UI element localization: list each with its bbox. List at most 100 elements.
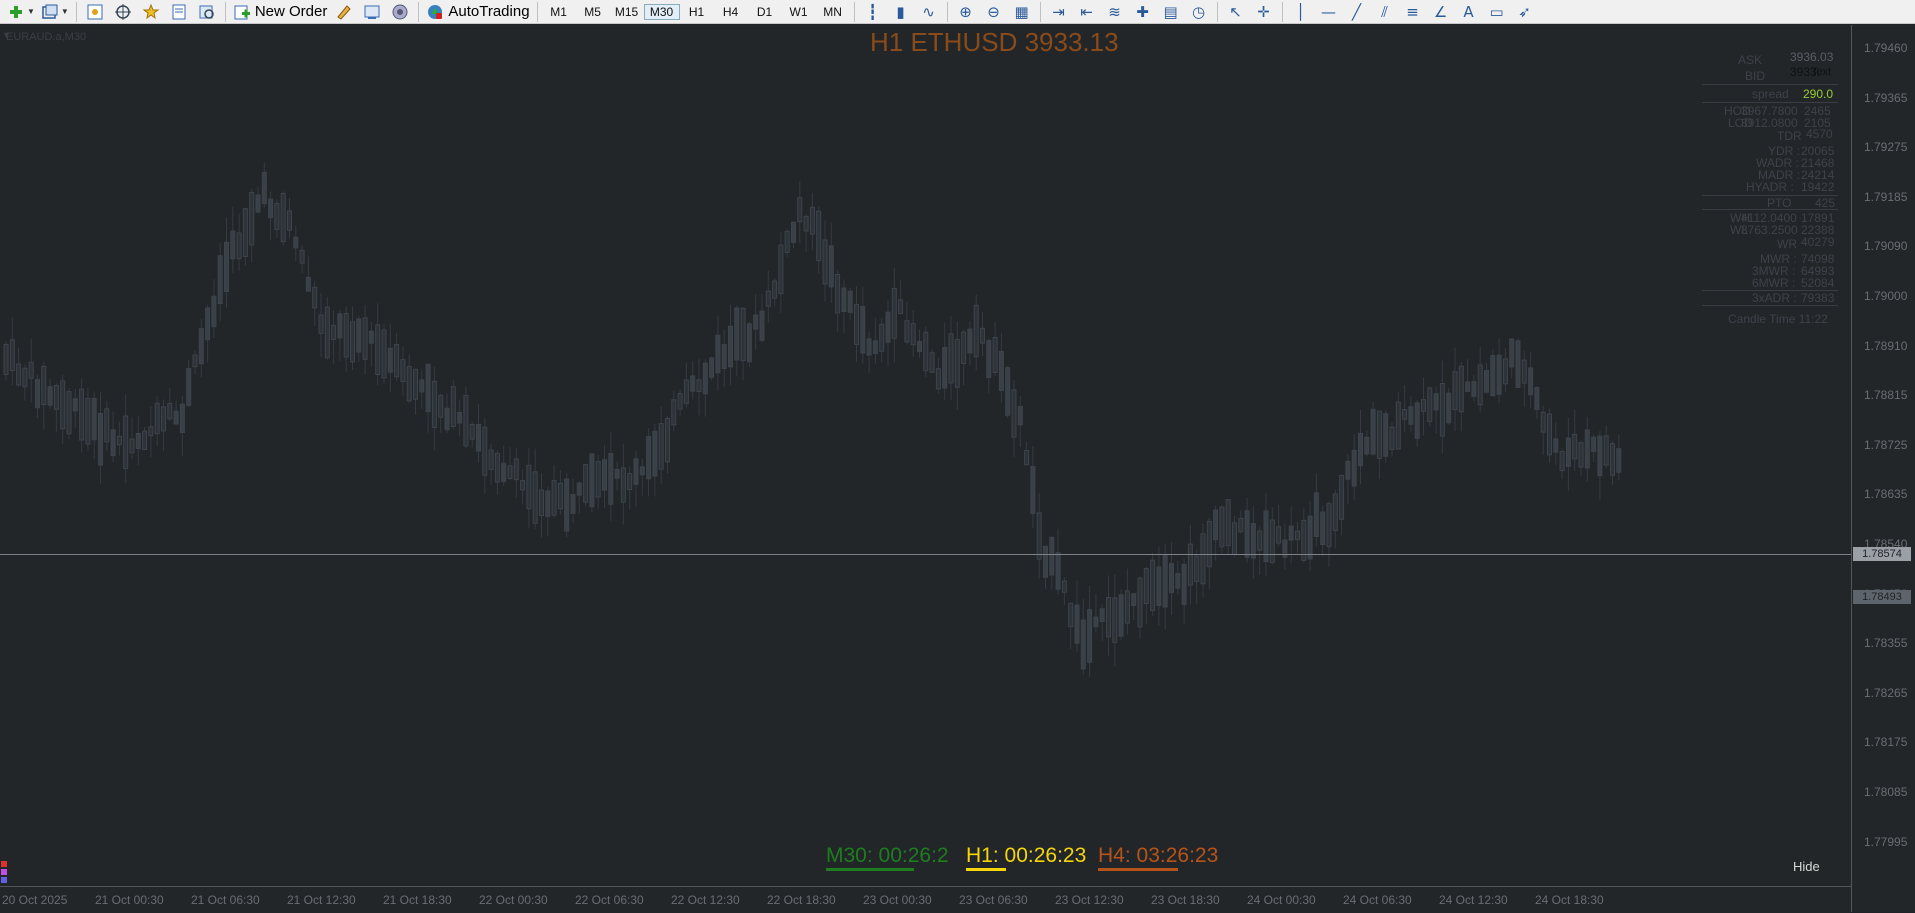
tester-icon <box>199 5 214 19</box>
timeframe-w1-button[interactable]: W1 <box>782 5 816 19</box>
autotrading-button[interactable]: AutoTrading <box>426 2 530 22</box>
candle-body <box>1269 519 1275 563</box>
h1-timer: H1: 00:26:23 <box>966 844 1087 867</box>
indicator-square-red <box>1 861 7 867</box>
timeframe-m30-button[interactable]: M30 <box>643 3 680 20</box>
zoom-in-button[interactable]: ⊕ <box>955 2 977 22</box>
favorites-button[interactable] <box>140 2 162 22</box>
candle-body <box>539 489 544 517</box>
market-watch-button[interactable] <box>84 2 106 22</box>
bid-price-line <box>0 554 1851 555</box>
line-chart-button[interactable]: ∿ <box>918 2 940 22</box>
crosshair-button[interactable]: ✛ <box>1253 2 1275 22</box>
label-button[interactable]: ▭ <box>1486 2 1508 22</box>
bar-chart-button[interactable]: ┇ <box>862 2 884 22</box>
time-tick-label: 23 Oct 12:30 <box>1055 893 1124 907</box>
timeframe-mn-button[interactable]: MN <box>816 5 850 19</box>
timeframe-m1-button[interactable]: M1 <box>542 5 576 19</box>
timeframe-h4-button[interactable]: H4 <box>714 5 748 19</box>
channel-icon: ⫽ <box>1381 2 1388 21</box>
price-tick-label: 1.78910 <box>1864 338 1908 353</box>
candle-body <box>917 341 922 353</box>
vertical-line-button[interactable]: │ <box>1290 2 1312 22</box>
horizontal-line-button[interactable]: — <box>1318 2 1340 22</box>
candle-body <box>375 324 381 376</box>
candle-body <box>639 466 645 476</box>
candle-body <box>60 380 66 430</box>
arrows-button[interactable]: ➶ <box>1514 2 1536 22</box>
candle-body <box>1043 545 1048 578</box>
candle-body <box>1521 359 1527 384</box>
candle-body <box>1238 517 1244 533</box>
time-tick-label: 21 Oct 18:30 <box>383 893 452 907</box>
templates-button[interactable]: ◷ <box>1188 2 1210 22</box>
candle-body <box>104 408 110 443</box>
price-tick-label: 1.79275 <box>1864 140 1908 155</box>
candle-chart-button[interactable]: ▮ <box>890 2 912 22</box>
candle-body <box>494 452 500 483</box>
candle-body <box>1534 387 1540 410</box>
chart-shift-button[interactable]: ⇤ <box>1076 2 1098 22</box>
fibonacci-button[interactable]: ≡ <box>1402 2 1424 22</box>
timeframe-d1-button[interactable]: D1 <box>748 5 782 19</box>
text-button[interactable]: A <box>1458 2 1480 22</box>
h1-progress-bar <box>966 868 1006 871</box>
candle-body <box>1320 511 1326 546</box>
candle-body <box>954 338 960 388</box>
candle-body <box>847 290 853 313</box>
new-chart-button[interactable]: ▼ <box>7 2 35 22</box>
candle-body <box>935 368 941 390</box>
divider <box>1702 305 1838 306</box>
candle-body <box>116 435 122 446</box>
gann-button[interactable]: ∠ <box>1430 2 1452 22</box>
candle-body <box>1074 604 1080 644</box>
candle-body <box>186 368 192 406</box>
spread-label: spread <box>1752 87 1789 101</box>
candle-body <box>1232 522 1237 555</box>
candle-body <box>879 323 885 352</box>
objects-button[interactable]: ✚ <box>1132 2 1154 22</box>
channel-button[interactable]: ⫽ <box>1374 2 1396 22</box>
candle-body <box>1257 530 1263 551</box>
candle-body <box>1414 402 1420 439</box>
profiles-button[interactable]: ▼ <box>41 2 69 22</box>
cursor-button[interactable]: ↖ <box>1225 2 1247 22</box>
candle-body <box>362 317 368 360</box>
terminal-button[interactable] <box>361 2 383 22</box>
candle-body <box>910 323 916 346</box>
price-tick-label: 1.78265 <box>1864 685 1908 700</box>
candle-body <box>1225 499 1231 547</box>
price-tick-label: 1.78815 <box>1864 388 1908 403</box>
candle-body <box>526 464 532 510</box>
data-window-button[interactable] <box>168 2 190 22</box>
metaeditor-button[interactable] <box>333 2 355 22</box>
period-button[interactable]: ▤ <box>1160 2 1182 22</box>
auto-scroll-button[interactable]: ⇥ <box>1048 2 1070 22</box>
candle-body <box>866 338 872 356</box>
candle-body <box>816 210 822 262</box>
new-order-icon <box>234 5 250 19</box>
new-order-button[interactable]: New Order <box>233 2 327 22</box>
trendline-button[interactable]: ╱ <box>1346 2 1368 22</box>
candle-body <box>318 314 324 334</box>
m30-timer: M30: 00:26:2 <box>826 844 949 867</box>
zoom-out-button[interactable]: ⊖ <box>983 2 1005 22</box>
price-axis[interactable]: 1.79460 1.79365 1.79275 1.79185 1.79090 1.790… <box>1851 25 1915 912</box>
candle-body <box>350 321 355 363</box>
timeframe-m5-button[interactable]: M5 <box>576 5 610 19</box>
tester-button[interactable] <box>196 2 218 22</box>
timeframe-h1-button[interactable]: H1 <box>680 5 714 19</box>
navigator-button[interactable] <box>112 2 134 22</box>
time-axis[interactable]: 20 Oct 2025 21 Oct 00:30 21 Oct 06:30 21 Oc… <box>0 886 1851 913</box>
hide-button[interactable]: Hide <box>1793 859 1820 874</box>
candle-body <box>602 459 607 491</box>
chart-area[interactable] <box>0 25 1851 886</box>
collapse-arrow-icon[interactable]: ▼ <box>2 30 11 40</box>
candle-body <box>734 307 740 361</box>
indicator-square-blue <box>1 877 7 883</box>
price-tick-label: 1.78635 <box>1864 487 1908 502</box>
timeframe-m15-button[interactable]: M15 <box>610 5 644 19</box>
signals-button[interactable] <box>389 2 411 22</box>
indicators-button[interactable]: ≋ <box>1104 2 1126 22</box>
tile-windows-button[interactable]: ▦ <box>1011 2 1033 22</box>
